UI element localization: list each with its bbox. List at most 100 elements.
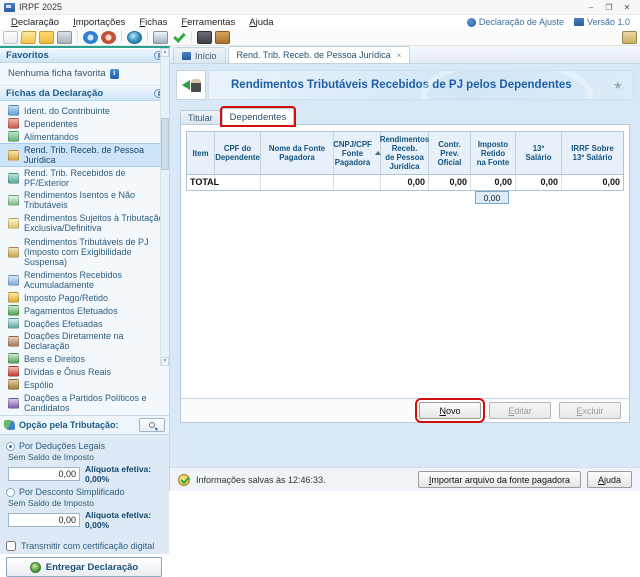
menu-bar: Declaração Importações Fichas Ferramenta… <box>0 15 640 29</box>
close-button[interactable]: ✕ <box>618 1 636 13</box>
status-bar: Informações salvas às 12:46:33. Importar… <box>170 467 640 491</box>
deducoes-value-input[interactable] <box>8 467 80 481</box>
sidebar-item-doacoes-efetuadas[interactable]: Doações Efetuadas <box>0 317 169 330</box>
sidebar-scrollbar[interactable]: ▲ ▼ <box>160 48 169 366</box>
col-cpf-dependente[interactable]: CPF do Dependente <box>215 132 261 175</box>
tab-strip: Início Rend. Trib. Receb. de Pessoa Jurí… <box>170 46 640 64</box>
sidebar-item-doacoes-partidos[interactable]: Doações a Partidos Políticos e Candidato… <box>0 391 169 415</box>
entregar-declaracao-button[interactable]: Entregar Declaração <box>6 557 162 577</box>
tab-rend-trib-pj[interactable]: Rend. Trib. Receb. de Pessoa Jurídica × <box>228 46 411 63</box>
page-header: Rendimentos Tributáveis Recebidos de PJ … <box>176 70 634 100</box>
tax-panel: Por Deduções Legais Sem Saldo de Imposto… <box>0 434 169 535</box>
scrollbar-thumb[interactable] <box>161 118 169 170</box>
declaration-type-badge: Declaração de Ajuste <box>467 17 564 27</box>
delete-icon[interactable] <box>57 31 72 44</box>
open-declaration-icon[interactable] <box>20 31 36 44</box>
scroll-down-icon[interactable]: ▼ <box>161 357 169 366</box>
sidebar-item-alimentandos[interactable]: Alimentandos <box>0 130 169 143</box>
ajuda-button[interactable]: Ajuda <box>587 471 632 488</box>
version-icon <box>574 18 584 26</box>
new-declaration-icon[interactable] <box>3 31 18 44</box>
income-person-icon <box>8 150 19 161</box>
col-item[interactable]: Item <box>187 132 215 175</box>
sidebar-item-espolio[interactable]: Espólio <box>0 378 169 391</box>
transmit-checkbox[interactable] <box>6 541 16 551</box>
sidebar-item-rend-exigibilidade[interactable]: Rendimentos Tributáveis de PJ (Imposto c… <box>0 235 169 269</box>
people-icon <box>8 118 19 129</box>
print-icon[interactable] <box>153 31 168 44</box>
tax-search-button[interactable] <box>139 418 165 432</box>
back-person-icon[interactable] <box>176 70 206 100</box>
menu-ajuda[interactable]: Ajuda <box>242 17 280 28</box>
sidebar-item-doacoes-declaracao[interactable]: Doações Diretamente na Declaração <box>0 330 169 352</box>
page-title-bar: Rendimentos Tributáveis Recebidos de PJ … <box>208 70 634 100</box>
menu-declaracao[interactable]: Declaração <box>4 17 66 28</box>
total-imposto-retido: 0,00 <box>471 175 516 190</box>
col-rendimentos[interactable]: Rendimentos Receb. de Pessoa Jurídica <box>381 132 429 175</box>
saved-check-icon <box>178 474 190 486</box>
sidebar-item-rend-acumuladamente[interactable]: Rendimentos Recebidos Acumuladamente <box>0 269 169 291</box>
menu-ferramentas[interactable]: Ferramentas <box>174 17 242 28</box>
value-overlay: 0,00 <box>475 191 509 204</box>
sidebar-item-bens-direitos[interactable]: Bens e Direitos <box>0 352 169 365</box>
import-online-icon[interactable] <box>83 31 98 44</box>
col-cnpj-cpf[interactable]: CNPJ/CPF Fonte Pagadora <box>334 132 381 175</box>
col-irrf-13[interactable]: IRRF Sobre 13º Salário <box>562 132 623 175</box>
menu-importacoes[interactable]: Importações <box>66 17 132 28</box>
help-book-icon[interactable] <box>215 31 230 44</box>
tax-option-icon <box>4 420 15 430</box>
verify-icon[interactable] <box>171 31 186 44</box>
option-desconto-simplificado[interactable]: Por Desconto Simplificado <box>6 487 163 497</box>
maximize-button[interactable]: ❐ <box>600 1 618 13</box>
app-icon <box>4 3 15 12</box>
exit-icon[interactable] <box>622 31 637 44</box>
sidebar-item-pagamentos[interactable]: Pagamentos Efetuados <box>0 304 169 317</box>
globe-icon <box>30 562 41 573</box>
folder-icon[interactable] <box>39 31 54 44</box>
radio-unselected-icon[interactable] <box>6 488 15 497</box>
sidebar-item-rend-isentos[interactable]: Rendimentos Isentos e Não Tributáveis <box>0 189 169 211</box>
status-text: Informações salvas às 12:46:33. <box>196 475 412 485</box>
col-contr-prev[interactable]: Contr. Prev. Oficial <box>429 132 471 175</box>
simplificado-value-input[interactable] <box>8 513 80 527</box>
person-icon <box>8 105 19 116</box>
option-deducoes-legais[interactable]: Por Deduções Legais <box>6 441 163 451</box>
col-nome-fonte[interactable]: Nome da Fonte Pagadora <box>261 132 334 175</box>
people-icon <box>8 131 19 142</box>
menu-fichas[interactable]: Fichas <box>132 17 174 28</box>
search-icon <box>149 422 155 428</box>
sidebar-item-dependentes[interactable]: Dependentes <box>0 117 169 130</box>
info-icon: i <box>110 69 119 79</box>
document-warning-icon <box>8 218 19 229</box>
favorite-star-icon[interactable]: ★ <box>613 80 625 92</box>
total-row: TOTAL 0,00 0,00 0,00 0,00 0,00 <box>187 175 623 190</box>
main-area: Início Rend. Trib. Receb. de Pessoa Jurí… <box>170 46 640 491</box>
subtab-titular[interactable]: Titular <box>180 110 221 125</box>
close-tab-icon[interactable]: × <box>397 51 402 60</box>
calculator-icon[interactable] <box>197 31 212 44</box>
globe-icon[interactable] <box>127 31 142 44</box>
col-13-salario[interactable]: 13º Salário <box>516 132 562 175</box>
sidebar-item-rend-trib-pf-exterior[interactable]: Rend. Trib. Recebidos de PF/Exterior <box>0 167 169 189</box>
radio-selected-icon[interactable] <box>6 442 15 451</box>
sidebar-item-ident-contribuinte[interactable]: Ident. do Contribuinte <box>0 104 169 117</box>
sidebar-item-rend-exclusiva[interactable]: Rendimentos Sujeitos à Tributação Exclus… <box>0 211 169 235</box>
table-header-row: Item CPF do Dependente Nome da Fonte Pag… <box>187 132 623 175</box>
sidebar-item-imposto-pago[interactable]: Imposto Pago/Retido <box>0 291 169 304</box>
novo-button[interactable]: Novo <box>419 402 481 419</box>
importar-arquivo-button[interactable]: Importar arquivo da fonte pagadora <box>418 471 581 488</box>
tab-inicio[interactable]: Início <box>173 47 226 63</box>
import-file-icon[interactable] <box>101 31 116 44</box>
favorites-empty: Nenhuma ficha favorita i <box>0 63 169 86</box>
rendimentos-table: Item CPF do Dependente Nome da Fonte Pag… <box>186 131 624 191</box>
document-check-icon <box>8 195 19 206</box>
sidebar-item-dividas-onus[interactable]: Dívidas e Ônus Reais <box>0 365 169 378</box>
sidebar-item-rend-trib-pj[interactable]: Rend. Trib. Receb. de Pessoa Jurídica <box>0 143 169 167</box>
col-imposto-retido[interactable]: Imposto Retido na Fonte <box>471 132 516 175</box>
green-arrow-icon <box>182 80 190 90</box>
total-rendimentos: 0,00 <box>381 175 429 190</box>
subtab-dependentes[interactable]: Dependentes <box>222 108 295 125</box>
scroll-up-icon[interactable]: ▲ <box>161 48 169 57</box>
saldo-note: Sem Saldo de Imposto <box>8 498 163 508</box>
minimize-button[interactable]: – <box>582 1 600 13</box>
